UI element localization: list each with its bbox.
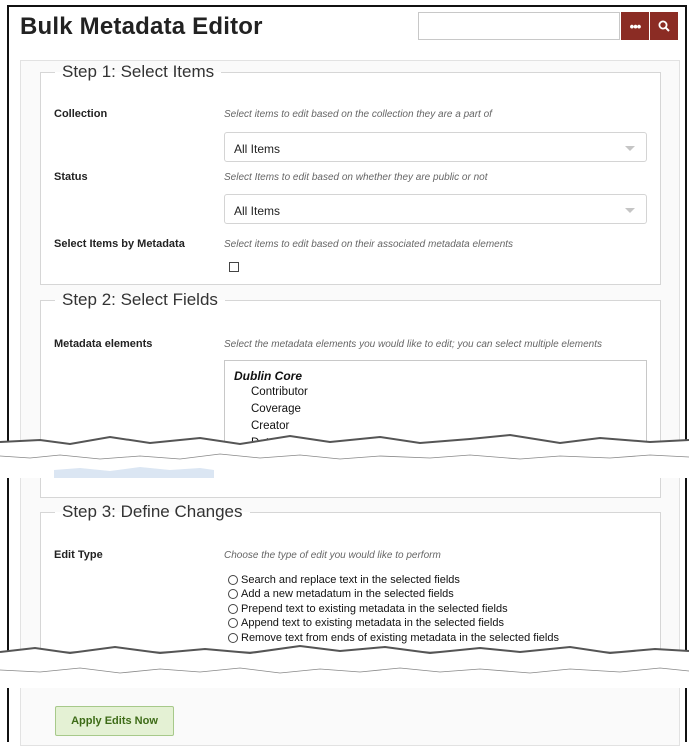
list-item[interactable]: Coverage — [251, 401, 646, 418]
radio-button[interactable] — [228, 575, 238, 585]
search-button[interactable] — [650, 12, 678, 40]
radio-label: Search and replace text in the selected … — [241, 574, 460, 586]
status-label: Status — [54, 171, 88, 183]
collection-label: Collection — [54, 108, 108, 120]
collection-select-value: All Items — [234, 142, 281, 156]
radio-label: Prepend text to existing metadata in the… — [241, 603, 508, 615]
search-input[interactable] — [418, 12, 620, 40]
step2-legend: Step 2: Select Fields — [62, 290, 218, 309]
list-item[interactable]: Contributor — [251, 384, 646, 401]
select-by-metadata-label: Select Items by Metadata — [54, 238, 185, 250]
chevron-down-icon — [625, 208, 635, 213]
ellipsis-icon: ••• — [629, 18, 642, 34]
status-select[interactable]: All Items — [224, 194, 647, 224]
select-by-metadata-checkbox[interactable] — [229, 262, 239, 272]
step1-legend: Step 1: Select Items — [62, 62, 215, 81]
edit-type-option-append[interactable]: Append text to existing metadata in the … — [228, 617, 504, 629]
metadata-elements-label: Metadata elements — [54, 338, 153, 350]
edit-type-option-prepend[interactable]: Prepend text to existing metadata in the… — [228, 603, 508, 615]
status-help: Select Items to edit based on whether th… — [224, 172, 488, 183]
apply-edits-button[interactable]: Apply Edits Now — [55, 706, 174, 736]
collection-select[interactable]: All Items — [224, 132, 647, 162]
torn-edge-divider — [0, 433, 689, 478]
radio-button[interactable] — [228, 604, 238, 614]
edit-type-help: Choose the type of edit you would like t… — [224, 550, 441, 561]
step3-legend: Step 3: Define Changes — [62, 502, 243, 521]
edit-type-option-search-replace[interactable]: Search and replace text in the selected … — [228, 574, 460, 586]
radio-label: Add a new metadatum in the selected fiel… — [241, 588, 454, 600]
search-icon — [658, 20, 670, 32]
metadata-elements-help: Select the metadata elements you would l… — [224, 339, 602, 350]
edit-type-label: Edit Type — [54, 549, 103, 561]
radio-button[interactable] — [228, 618, 238, 628]
radio-label: Append text to existing metadata in the … — [241, 617, 504, 629]
edit-type-option-add[interactable]: Add a new metadatum in the selected fiel… — [228, 588, 454, 600]
select-by-metadata-help: Select items to edit based on their asso… — [224, 239, 514, 250]
advanced-search-button[interactable]: ••• — [621, 12, 649, 40]
listbox-group-dublin-core: Dublin Core — [234, 369, 302, 383]
status-select-value: All Items — [234, 204, 281, 218]
collection-help: Select items to edit based on the collec… — [224, 109, 492, 120]
page-title: Bulk Metadata Editor — [20, 13, 263, 40]
torn-edge-divider — [0, 644, 689, 688]
chevron-down-icon — [625, 146, 635, 151]
radio-button[interactable] — [228, 589, 238, 599]
